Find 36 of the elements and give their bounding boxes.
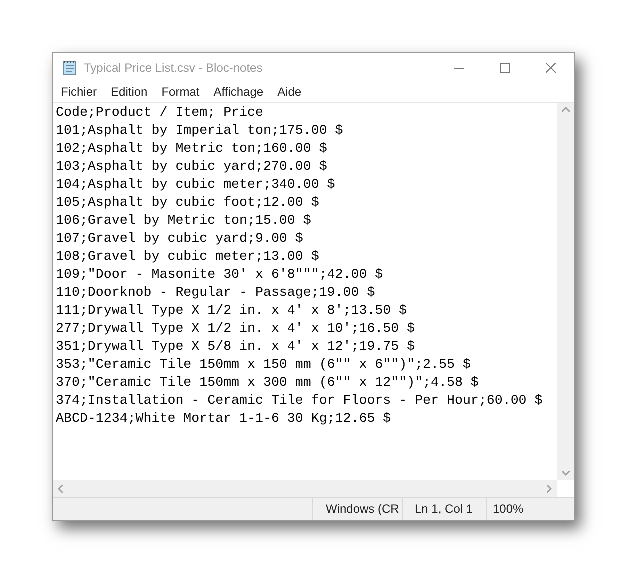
text-line: 103;Asphalt by cubic yard;270.00 $	[56, 158, 328, 176]
line-ending-label: Windows (CR	[326, 501, 400, 518]
horizontal-scrollbar[interactable]	[53, 480, 557, 497]
scroll-down-icon[interactable]	[562, 471, 570, 476]
text-line: 374;Installation - Ceramic Tile for Floors - Per Hour;60.00 $	[56, 392, 543, 410]
text-line: 353;"Ceramic Tile 150mm x 150 mm (6"" x 6"")";2.55 $	[56, 356, 471, 374]
text-line: 370;"Ceramic Tile 150mm x 300 mm (6"" x 12"")";4.58 $	[56, 374, 479, 392]
scroll-right-icon[interactable]	[547, 484, 552, 492]
text-line: 111;Drywall Type X 1/2 in. x 4' x 8';13.50 $	[56, 302, 408, 320]
text-line: 277;Drywall Type X 1/2 in. x 4' x 10';16.50 $	[56, 320, 416, 338]
window-title: Typical Price List.csv - Bloc-notes	[84, 60, 263, 76]
notepad-icon	[62, 60, 78, 76]
text-line: 102;Asphalt by Metric ton;160.00 $	[56, 140, 328, 158]
menu-item[interactable]: Format	[154, 82, 207, 102]
cursor-position-label: Ln 1, Col 1	[415, 501, 474, 518]
text-line: 351;Drywall Type X 5/8 in. x 4' x 12';19.75 $	[56, 338, 416, 356]
text-line: 105;Asphalt by cubic foot;12.00 $	[56, 194, 320, 212]
text-line: 101;Asphalt by Imperial ton;175.00 $	[56, 122, 344, 140]
close-icon	[546, 62, 556, 72]
text-line: 107;Gravel by cubic yard;9.00 $	[56, 230, 304, 248]
text-line: Code;Product / Item; Price	[56, 104, 264, 122]
maximize-icon	[500, 62, 510, 72]
menu-item[interactable]: Fichier	[54, 82, 104, 102]
scroll-up-icon[interactable]	[562, 107, 570, 112]
scroll-left-icon[interactable]	[58, 484, 63, 492]
text-line: ABCD-1234;White Mortar 1-1-6 30 Kg;12.65 $	[56, 410, 392, 428]
text-line: 104;Asphalt by cubic meter;340.00 $	[56, 176, 336, 194]
text-line: 109;"Door - Masonite 30' x 6'8""";42.00 $	[56, 266, 384, 284]
vertical-scrollbar[interactable]	[557, 103, 574, 480]
text-line: 110;Doorknob - Regular - Passage;19.00 $	[56, 284, 376, 302]
menu-item[interactable]: Edition	[104, 82, 155, 102]
text-line: 106;Gravel by Metric ton;15.00 $	[56, 212, 312, 230]
zoom-label: 100%	[493, 501, 524, 518]
menu-item[interactable]: Aide	[270, 82, 309, 102]
menu-item[interactable]: Affichage	[206, 82, 271, 102]
text-line: 108;Gravel by cubic meter;13.00 $	[56, 248, 320, 266]
